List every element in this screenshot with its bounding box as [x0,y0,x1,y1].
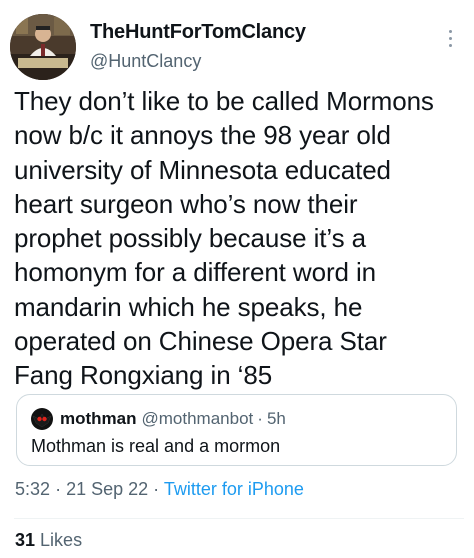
tweet-time[interactable]: 5:32 [15,479,50,499]
separator-dot: · [55,479,62,499]
likes-label: Likes [40,530,83,550]
tweet-date[interactable]: 21 Sep 22 [66,479,148,499]
quoted-time[interactable]: 5h [267,409,286,429]
tweet-line: prophet possibly because it’s a [14,223,366,254]
likes-stat[interactable]: 31 Likes [15,530,82,551]
author-avatar[interactable] [10,14,76,80]
likes-count: 31 [15,530,36,550]
author-handle[interactable]: @HuntClancy [90,49,306,73]
quoted-handle[interactable]: @mothmanbot [142,409,254,429]
tweet-line: mandarin which he speaks, he [14,291,363,322]
tweet-line: Fang Rongxiang in ‘85 [14,360,273,391]
quoted-tweet[interactable]: mothman @mothmanbot · 5h Mothman is real… [16,394,457,466]
separator-dot: · [257,409,263,428]
tweet-meta: 5:32 · 21 Sep 22 · Twitter for iPhone [15,479,304,500]
tweet-header: TheHuntForTomClancy @HuntClancy [10,12,464,82]
quoted-tweet-header: mothman @mothmanbot · 5h [31,408,286,430]
tweet-line: heart surgeon who’s now their [14,188,358,219]
tweet-line: operated on Chinese Opera Star [14,326,387,357]
more-vertical-icon[interactable] [440,26,460,56]
tweet-line: homonym for a different word in [14,257,377,288]
quoted-display-name[interactable]: mothman [60,409,137,429]
author-names: TheHuntForTomClancy @HuntClancy [90,20,306,73]
quoted-avatar[interactable] [31,408,53,430]
tweet-line: university of Minnesota educated [14,154,391,185]
tweet-text: They don’t like to be called Mormons now… [14,84,464,393]
separator-dot: · [153,479,160,499]
divider [14,518,464,519]
author-display-name[interactable]: TheHuntForTomClancy [90,20,306,44]
tweet-source-link[interactable]: Twitter for iPhone [164,479,304,499]
tweet-line: now b/c it annoys the 98 year old [14,120,391,151]
tweet-line: They don’t like to be called Mormons [14,86,434,116]
quoted-tweet-text: Mothman is real and a mormon [31,436,281,456]
